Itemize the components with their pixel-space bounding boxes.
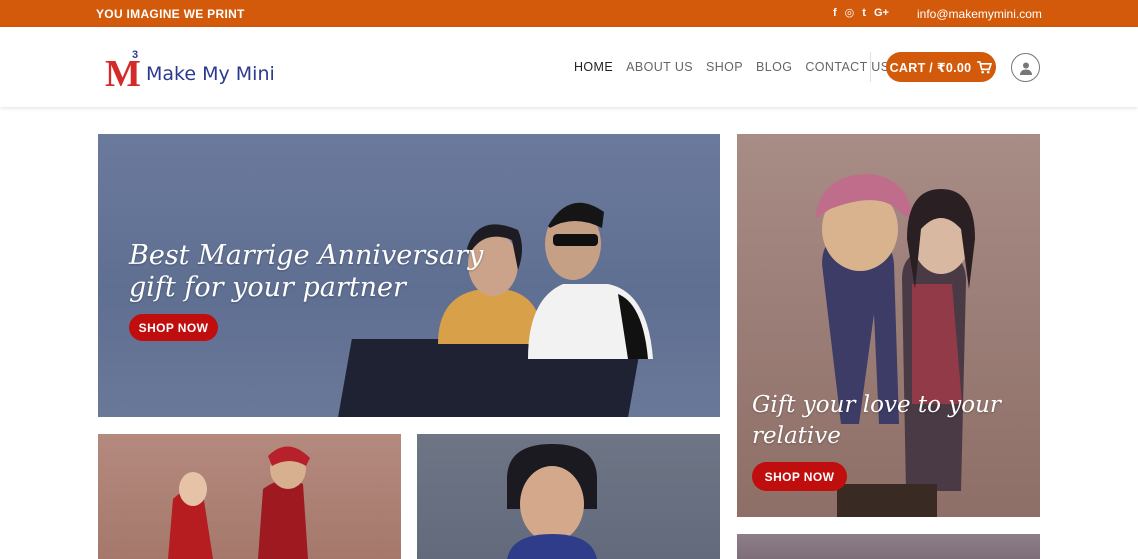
google-plus-icon[interactable]: G+ — [874, 6, 889, 20]
nav-divider — [870, 52, 871, 82]
woman-figurine-image — [507, 444, 597, 559]
nav-item-contact-us[interactable]: CONTACT US — [805, 60, 889, 74]
social-links: f ◎ t G+ — [833, 6, 889, 20]
bridal-couple-banner[interactable] — [98, 434, 401, 559]
nav-item-about-us[interactable]: ABOUT US — [626, 60, 693, 74]
side-shop-now-button[interactable]: SHOP NOW — [752, 462, 847, 491]
main-banner-line2: gift for your partner — [129, 272, 406, 303]
nav-item-blog[interactable]: BLOG — [756, 60, 792, 74]
site-logo[interactable]: M 3 Make My Mini — [105, 47, 275, 93]
main-banner-caption: Best Marrige Anniversary gift for your p… — [129, 240, 483, 304]
cart-icon — [977, 60, 993, 73]
contact-email[interactable]: info@makemymini.com — [917, 7, 1042, 21]
main-banner-line1: Best Marrige Anniversary — [129, 240, 484, 271]
instagram-icon[interactable]: ◎ — [845, 6, 855, 20]
logo-mark: M 3 — [105, 49, 143, 93]
facebook-icon[interactable]: f — [833, 6, 837, 20]
cart-label: CART / ₹0.00 — [889, 60, 972, 75]
woman-figurine-banner[interactable] — [417, 434, 720, 559]
user-icon — [1019, 62, 1032, 75]
nav-item-home[interactable]: HOME — [574, 60, 613, 74]
side-banner-caption: Gift your love to your relative — [752, 390, 1001, 452]
logo-text: Make My Mini — [146, 63, 275, 85]
site-header: M 3 Make My Mini HOME ABOUT US SHOP BLOG… — [0, 27, 1138, 107]
account-button[interactable] — [1011, 53, 1040, 82]
lower-side-banner[interactable] — [737, 534, 1040, 559]
main-banner[interactable]: Best Marrige Anniversary gift for your p… — [98, 134, 720, 417]
side-banner[interactable]: Gift your love to your relative SHOP NOW — [737, 134, 1040, 517]
cart-button[interactable]: CART / ₹0.00 — [886, 52, 996, 82]
bridal-couple-figurine-image — [168, 446, 310, 559]
side-banner-line1: Gift your love to your — [752, 392, 1001, 418]
twitter-icon[interactable]: t — [862, 6, 866, 20]
top-bar: YOU IMAGINE WE PRINT f ◎ t G+ info@makem… — [0, 0, 1138, 27]
main-shop-now-button[interactable]: SHOP NOW — [129, 314, 218, 341]
tagline: YOU IMAGINE WE PRINT — [96, 7, 245, 21]
main-nav: HOME ABOUT US SHOP BLOG CONTACT US — [574, 60, 902, 74]
nav-item-shop[interactable]: SHOP — [706, 60, 743, 74]
logo-superscript: 3 — [132, 49, 139, 61]
wedding-couple-figurine-image — [815, 174, 975, 517]
side-banner-line2: relative — [752, 423, 841, 449]
